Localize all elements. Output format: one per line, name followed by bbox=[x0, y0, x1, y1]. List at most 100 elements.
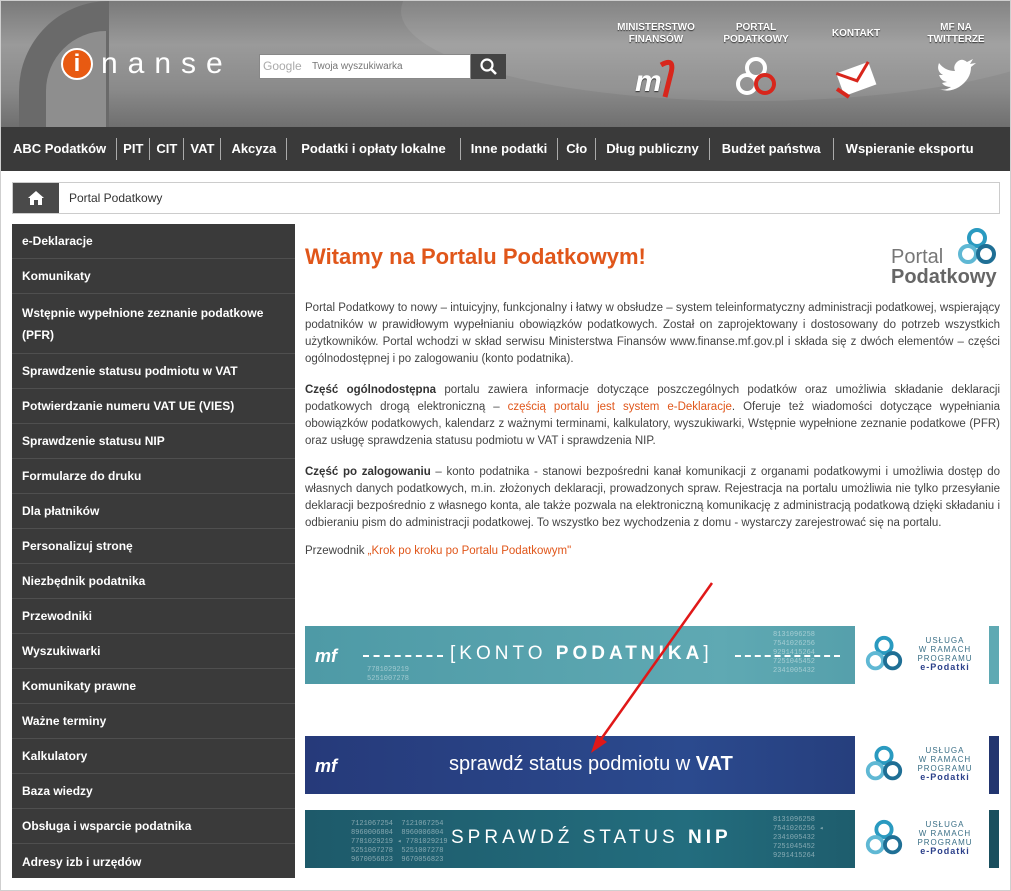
search-input[interactable] bbox=[259, 54, 471, 79]
nav-item-vat[interactable]: VAT bbox=[184, 138, 222, 160]
banner-status-nip[interactable]: 7121067254 7121067254 8960006804 8960006… bbox=[305, 810, 999, 868]
search-button[interactable] bbox=[471, 54, 506, 79]
banner-logo-area: USŁUGA W RAMACH PROGRAMU e-Podatki bbox=[855, 626, 989, 684]
banner-konto-podatnika[interactable]: mf [KONTO PODATNIKA] 8131096258 75410262… bbox=[305, 626, 999, 684]
sidebar-item-formularze[interactable]: Formularze do druku bbox=[12, 459, 295, 494]
site-header: i nanse Google MINISTERSTWOFINANSÓW m PO… bbox=[1, 1, 1010, 127]
banner-dashes bbox=[363, 655, 443, 657]
header-link-label: MINISTERSTWO FINANSÓW bbox=[606, 21, 706, 47]
header-links: MINISTERSTWO FINANSÓW m PORTAL PODATKOWY K… bbox=[606, 21, 1006, 107]
browser-frame: i nanse Google MINISTERSTWOFINANSÓW m PO… bbox=[0, 0, 1011, 891]
header-link-label: KONTAKT bbox=[806, 21, 906, 47]
usluga-line: USŁUGA bbox=[925, 636, 965, 645]
header-link-label: PORTAL PODATKOWY bbox=[706, 21, 806, 47]
sidebar-item-adresy[interactable]: Adresy izb i urzędów bbox=[12, 844, 295, 879]
portal-logo-rings-icon bbox=[958, 228, 996, 264]
header-link-ministerstwo[interactable]: MINISTERSTWO FINANSÓW m bbox=[606, 21, 706, 107]
banner-text-a: SPRAWDŹ STATUS bbox=[451, 827, 688, 848]
banner-usluga: USŁUGA W RAMACH PROGRAMU e-Podatki bbox=[905, 636, 985, 672]
sidebar-item-status-vat[interactable]: Sprawdzenie statusu podmiotu w VAT bbox=[12, 354, 295, 389]
banner-right-strip bbox=[989, 626, 999, 684]
finanse-logo[interactable]: i nanse bbox=[61, 47, 233, 81]
header-link-line2: TWITTERZE bbox=[927, 34, 985, 45]
banner-right-strip bbox=[989, 810, 999, 868]
banner-logo-area: USŁUGA W RAMACH PROGRAMU e-Podatki bbox=[855, 810, 989, 868]
banner-right-strip bbox=[989, 736, 999, 794]
sidebar-item-terminy[interactable]: Ważne terminy bbox=[12, 704, 295, 739]
public-part-heading: Część ogólnodostępna bbox=[305, 384, 437, 396]
header-link-label: MF NA TWITTERZE bbox=[906, 21, 1006, 47]
banner-text: SPRAWDŹ STATUS NIP bbox=[451, 827, 732, 849]
banner-status-vat[interactable]: mf sprawdź status podmiotu w VAT USŁUGA W… bbox=[305, 736, 999, 794]
public-part-paragraph: Część ogólnodostępna portalu zawiera inf… bbox=[305, 382, 1000, 450]
banner-mf-logo: mf bbox=[315, 646, 337, 666]
banner-text-b: VAT bbox=[695, 753, 733, 775]
usluga-line: USŁUGA bbox=[925, 746, 965, 755]
usluga-program: e-Podatki bbox=[920, 846, 970, 856]
portal-podatkowy-logo: Portal Podatkowy bbox=[889, 226, 1001, 292]
sidebar-menu: e-Deklaracje Komunikaty Wstępnie wypełni… bbox=[12, 224, 295, 878]
home-icon bbox=[28, 191, 44, 205]
nav-item-pit[interactable]: PIT bbox=[117, 138, 151, 160]
usluga-line: USŁUGA bbox=[925, 820, 965, 829]
sidebar-item-wyszukiwarki[interactable]: Wyszukiwarki bbox=[12, 634, 295, 669]
nav-item-eksport[interactable]: Wspieranie eksportu bbox=[834, 138, 986, 160]
sidebar-item-przewodniki[interactable]: Przewodniki bbox=[12, 599, 295, 634]
nav-item-budzet[interactable]: Budżet państwa bbox=[710, 138, 834, 160]
banner-text-b: NIP bbox=[687, 827, 732, 848]
usluga-program: e-Podatki bbox=[920, 772, 970, 782]
breadcrumb-home[interactable] bbox=[13, 183, 59, 213]
sidebar-item-e-deklaracje[interactable]: e-Deklaracje bbox=[12, 224, 295, 259]
header-link-line1: MINISTERSTWO bbox=[617, 22, 695, 33]
header-link-portal[interactable]: PORTAL PODATKOWY bbox=[706, 21, 806, 107]
finanse-logo-i: i bbox=[61, 48, 93, 80]
guide-link[interactable]: „Krok po kroku po Portalu Podatkowym" bbox=[368, 545, 572, 557]
intro-paragraph: Portal Podatkowy to nowy – intuicyjny, f… bbox=[305, 302, 1000, 365]
nav-item-cit[interactable]: CIT bbox=[150, 138, 185, 160]
guide-prefix: Przewodnik bbox=[305, 545, 368, 557]
sidebar-item-pfr[interactable]: Wstępnie wypełnione zeznanie podatkowe (… bbox=[12, 294, 295, 354]
breadcrumb-current[interactable]: Portal Podatkowy bbox=[59, 183, 162, 213]
sidebar-item-komunikaty-prawne[interactable]: Komunikaty prawne bbox=[12, 669, 295, 704]
usluga-line: W RAMACH bbox=[918, 645, 972, 654]
banner-numbers-left: 7121067254 7121067254 8960006804 8960006… bbox=[351, 820, 448, 864]
nav-item-lokalne[interactable]: Podatki i opłaty lokalne bbox=[287, 138, 461, 160]
header-link-kontakt[interactable]: KONTAKT bbox=[806, 21, 906, 107]
banner-text-b: PODATNIKA bbox=[555, 643, 704, 664]
header-link-line1: MF NA bbox=[940, 22, 972, 33]
header-link-line1: KONTAKT bbox=[831, 28, 881, 39]
banner-text: sprawdź status podmiotu w VAT bbox=[449, 753, 733, 776]
search-box: Google bbox=[259, 54, 506, 79]
main-content: Witamy na Portalu Podatkowym! Portal Pod… bbox=[305, 224, 1000, 557]
banner-numbers-right: 8131096258 7541026256 ◂ 2341005432 72510… bbox=[773, 816, 824, 860]
nav-item-akcyza[interactable]: Akcyza bbox=[221, 138, 288, 160]
portal-logo-line2: Podatkowy bbox=[891, 266, 997, 288]
nav-item-abc[interactable]: ABC Podatków bbox=[1, 138, 118, 160]
sidebar-item-komunikaty[interactable]: Komunikaty bbox=[12, 259, 295, 294]
sidebar-item-obsluga[interactable]: Obsługa i wsparcie podatnika bbox=[12, 809, 295, 844]
contact-envelope-icon bbox=[835, 61, 877, 99]
nav-item-inne[interactable]: Inne podatki bbox=[461, 138, 559, 160]
banner-usluga: USŁUGA W RAMACH PROGRAMU e-Podatki bbox=[905, 746, 985, 782]
sidebar-item-personalizuj[interactable]: Personalizuj stronę bbox=[12, 529, 295, 564]
logged-part-paragraph: Część po zalogowaniu – konto podatnika -… bbox=[305, 464, 1000, 532]
sidebar-item-vies[interactable]: Potwierdzanie numeru VAT UE (VIES) bbox=[12, 389, 295, 424]
twitter-bird-icon bbox=[938, 59, 976, 91]
nav-item-clo[interactable]: Cło bbox=[558, 138, 597, 160]
main-nav: ABC Podatków PIT CIT VAT Akcyza Podatki … bbox=[1, 127, 1010, 171]
nav-item-dlug[interactable]: Dług publiczny bbox=[596, 138, 710, 160]
sidebar-item-baza-wiedzy[interactable]: Baza wiedzy bbox=[12, 774, 295, 809]
banner-numbers: 8131096258 7541026256 9291415264 7251045… bbox=[773, 631, 816, 675]
e-deklaracje-link[interactable]: częścią portalu jest system e-Deklaracje bbox=[508, 401, 732, 413]
banner-text: [KONTO PODATNIKA] bbox=[450, 643, 713, 665]
banner-usluga: USŁUGA W RAMACH PROGRAMU e-Podatki bbox=[905, 820, 985, 856]
sidebar-item-niezbednik[interactable]: Niezbędnik podatnika bbox=[12, 564, 295, 599]
sidebar-item-kalkulatory[interactable]: Kalkulatory bbox=[12, 739, 295, 774]
usluga-line: W RAMACH bbox=[918, 829, 972, 838]
banner-logo-area: USŁUGA W RAMACH PROGRAMU e-Podatki bbox=[855, 736, 989, 794]
header-link-line2: PODATKOWY bbox=[723, 34, 789, 45]
sidebar-item-status-nip[interactable]: Sprawdzenie statusu NIP bbox=[12, 424, 295, 459]
header-link-twitter[interactable]: MF NA TWITTERZE bbox=[906, 21, 1006, 107]
banner-mf-logo: mf bbox=[315, 756, 337, 776]
sidebar-item-platnicy[interactable]: Dla płatników bbox=[12, 494, 295, 529]
